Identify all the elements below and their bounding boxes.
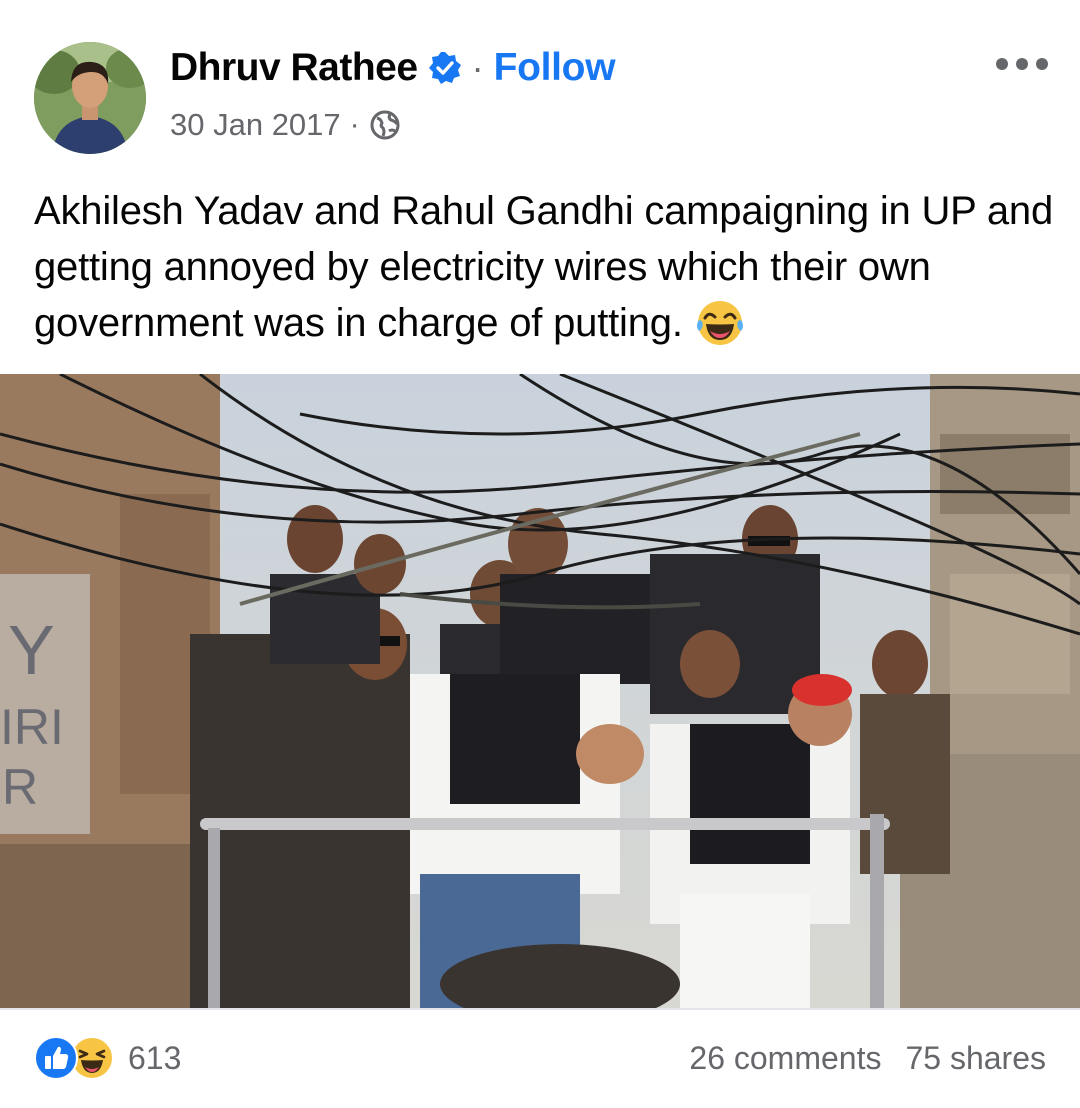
author-avatar[interactable] xyxy=(34,42,146,154)
laughing-crying-emoji-icon xyxy=(695,298,745,348)
verified-badge-icon xyxy=(428,51,462,85)
post-caption: Akhilesh Yadav and Rahul Gandhi campaign… xyxy=(34,189,1053,345)
dot xyxy=(996,58,1008,70)
author-name[interactable]: Dhruv Rathee xyxy=(170,46,418,90)
post-stats: 26 comments 75 shares xyxy=(689,1036,1046,1080)
like-icon xyxy=(34,1036,78,1080)
author-line: Dhruv Rathee · Follow xyxy=(170,44,616,92)
separator-dot: · xyxy=(471,47,484,88)
post-text: Akhilesh Yadav and Rahul Gandhi campaign… xyxy=(34,183,1054,351)
post-photo[interactable]: Y IRI R xyxy=(0,374,1080,1008)
divider xyxy=(0,1008,1080,1010)
post-footer: 613 26 comments 75 shares xyxy=(0,1022,1080,1092)
svg-text:IRI: IRI xyxy=(0,699,64,755)
reaction-count: 613 xyxy=(128,1039,182,1076)
comments-count[interactable]: 26 comments xyxy=(689,1040,881,1077)
more-options-icon[interactable] xyxy=(996,52,1056,76)
separator-dot: · xyxy=(349,108,360,141)
post-header: Dhruv Rathee · Follow 30 Jan 2017 · xyxy=(0,0,1080,170)
dot xyxy=(1036,58,1048,70)
post-date[interactable]: 30 Jan 2017 xyxy=(170,107,341,143)
follow-button[interactable]: Follow xyxy=(494,46,616,90)
shares-count[interactable]: 75 shares xyxy=(905,1040,1046,1077)
svg-text:Y: Y xyxy=(8,611,55,689)
globe-icon xyxy=(369,109,401,141)
dot xyxy=(1016,58,1028,70)
reactions-summary[interactable]: 613 xyxy=(34,1036,181,1080)
svg-text:R: R xyxy=(2,759,38,815)
post-meta: 30 Jan 2017 · xyxy=(170,104,401,146)
